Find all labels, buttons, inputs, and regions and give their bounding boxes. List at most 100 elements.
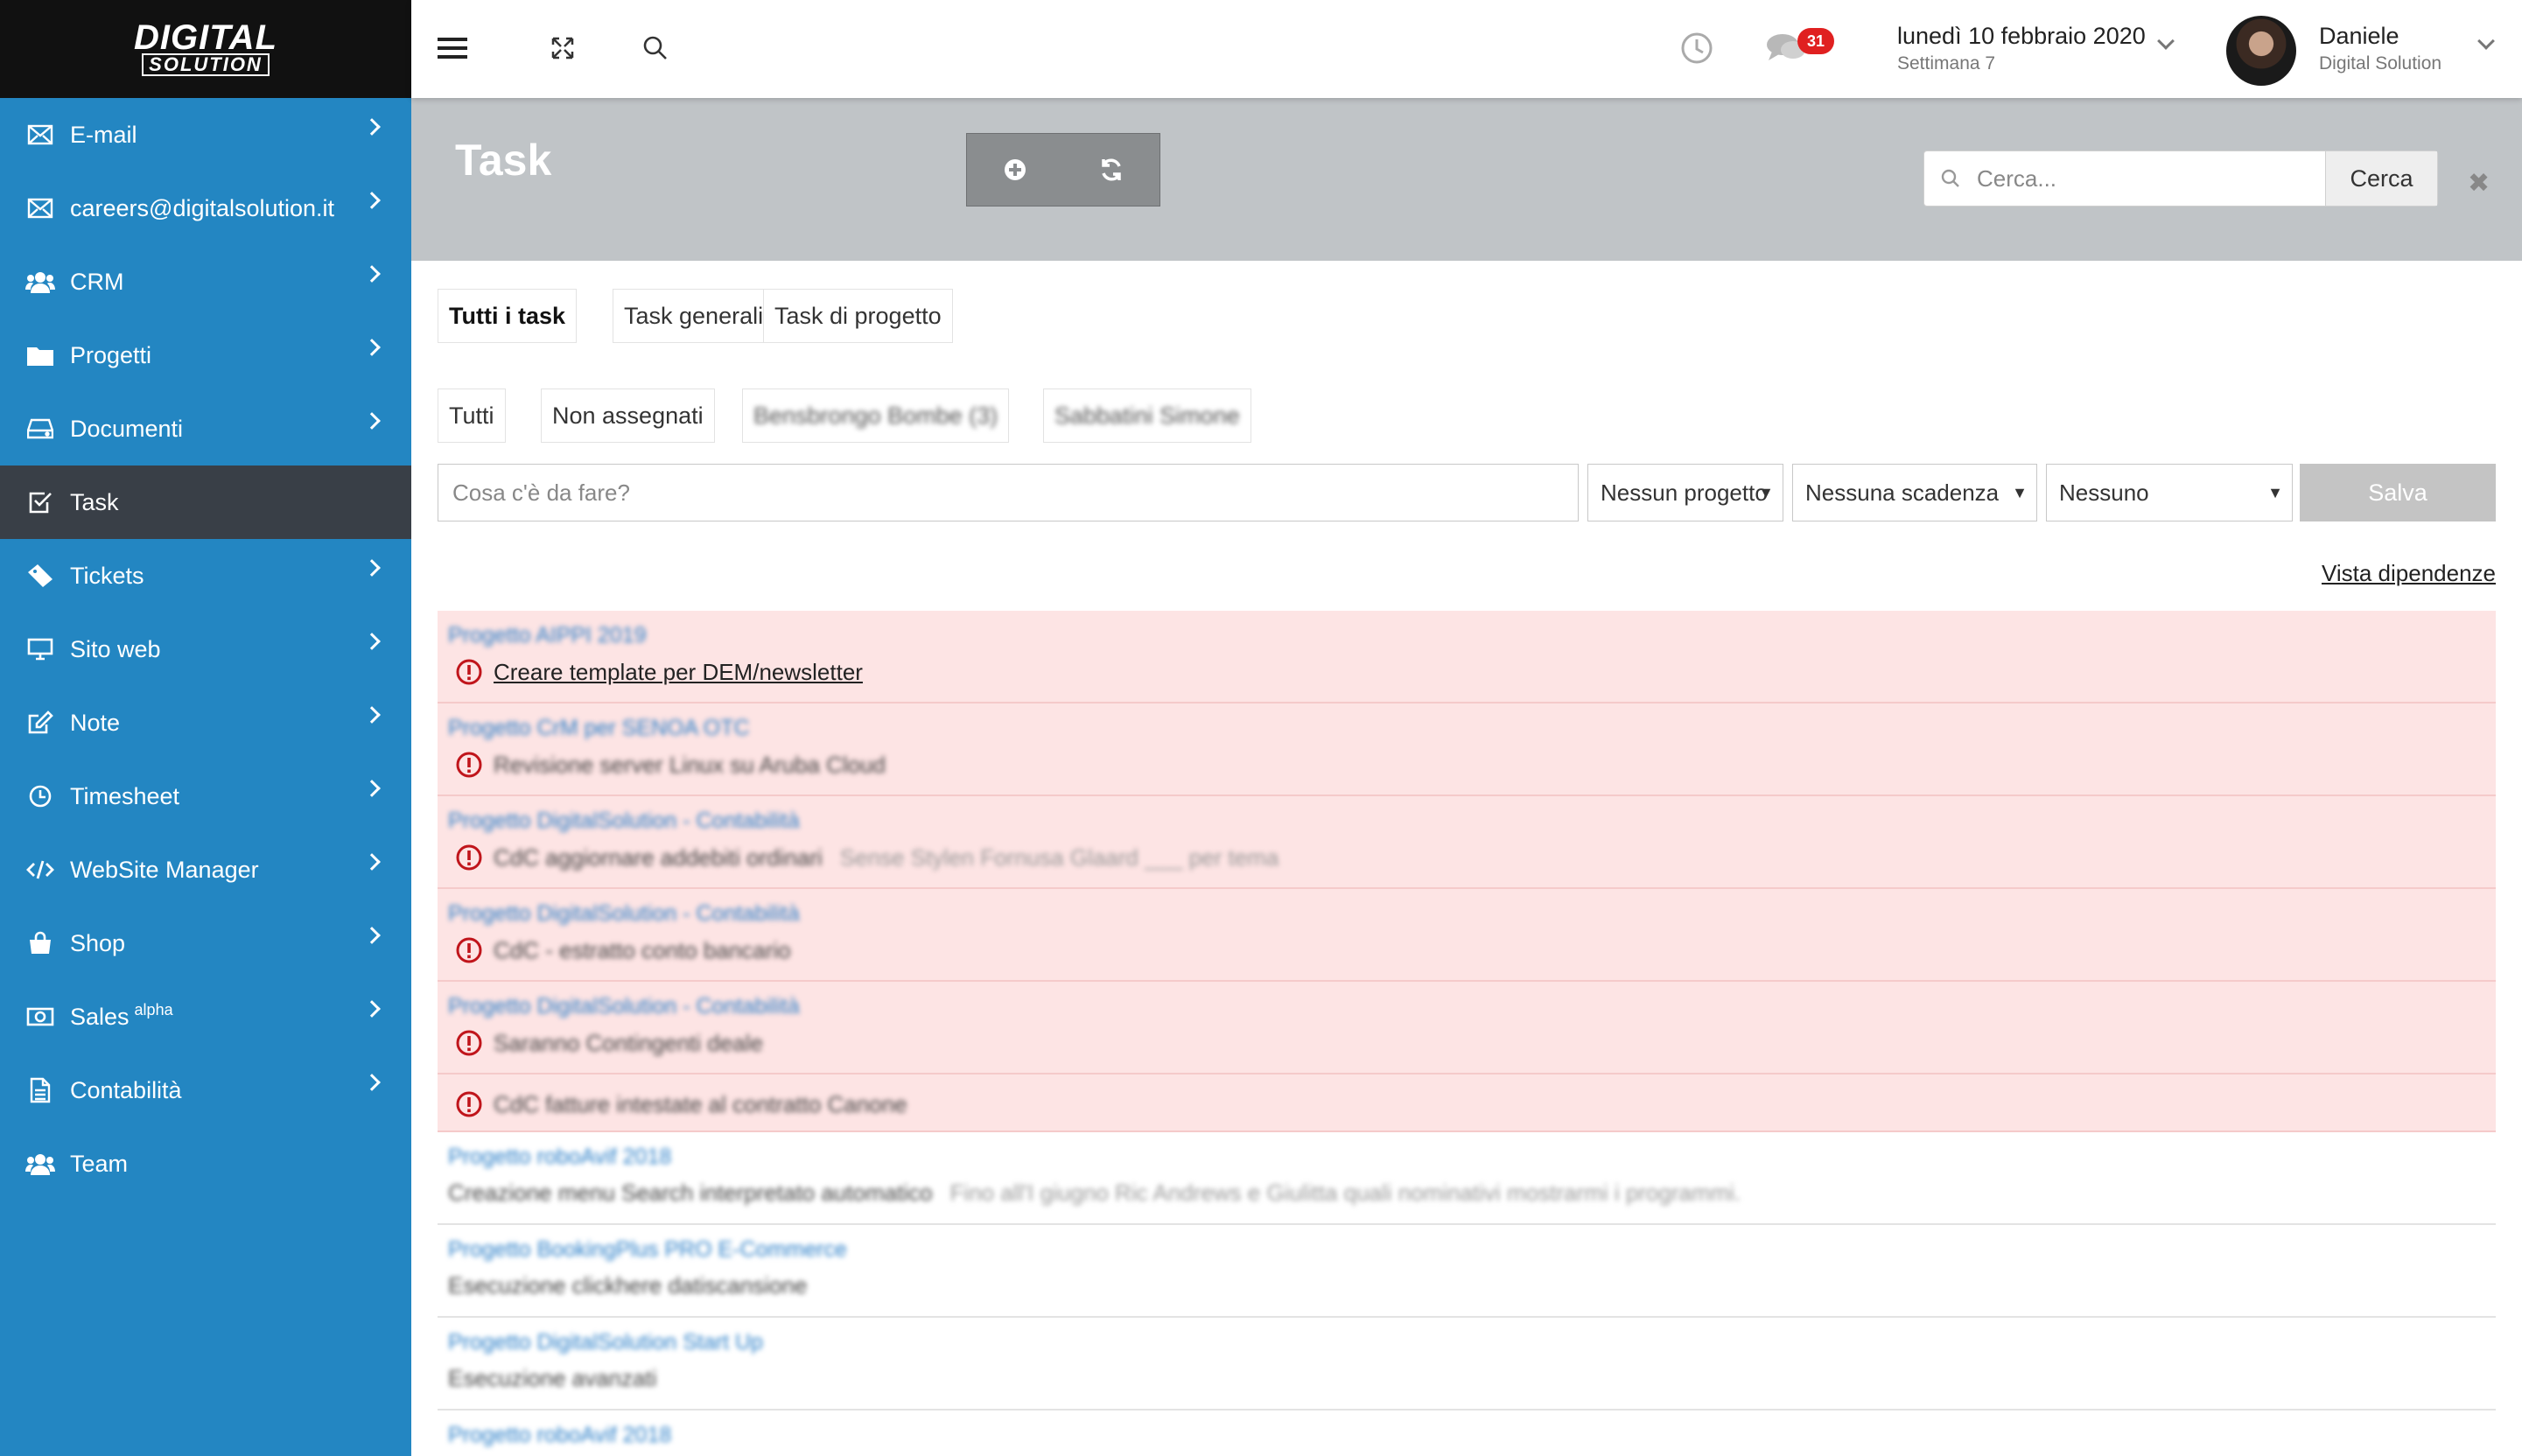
filter-all[interactable]: Tutti	[438, 388, 506, 443]
task-row[interactable]: CdC fatture intestate al contratto Canon…	[438, 1074, 2496, 1132]
search-submit-button[interactable]: Cerca	[2325, 151, 2437, 206]
task-title[interactable]: CdC - estratto conto bancario	[494, 937, 791, 964]
chevron-right-icon	[363, 706, 381, 724]
user-chevron-down-icon[interactable]	[2477, 32, 2495, 50]
add-task-button[interactable]	[967, 134, 1063, 206]
task-row[interactable]: Progetto CrM per SENOA OTC Revisione serv…	[438, 704, 2496, 796]
task-title[interactable]: Revisione server Linux su Aruba Cloud	[494, 752, 886, 779]
sidebar: DIGITAL SOLUTION E-mail careers@digitalso…	[0, 0, 411, 1456]
chevron-right-icon	[363, 1000, 381, 1018]
date-chevron-down-icon[interactable]	[2157, 32, 2175, 50]
sidebar-item-crm[interactable]: CRM	[0, 245, 411, 318]
task-search: Cerca	[1923, 150, 2438, 206]
save-button[interactable]: Salva	[2300, 464, 2496, 522]
tab-general-tasks[interactable]: Task generali	[613, 289, 775, 343]
users-icon	[25, 1151, 56, 1177]
sidebar-item-label: E-mail	[70, 121, 137, 148]
sidebar-item-contabilit[interactable]: Contabilità	[0, 1054, 411, 1127]
clock-icon	[25, 783, 56, 809]
task-project-link[interactable]: Progetto roboAvif 2018	[448, 1144, 671, 1170]
sidebar-item-e-mail[interactable]: E-mail	[0, 98, 411, 172]
refresh-button[interactable]	[1063, 134, 1159, 206]
task-title[interactable]: Esecuzione clickhere datiscansione	[448, 1272, 807, 1299]
sidebar-item-label: Task	[70, 488, 119, 515]
filter-user-1-label: Bensbrongo Bombe (3)	[753, 402, 998, 429]
task-row[interactable]: Progetto DigitalSolution - Contabilità Cd…	[438, 796, 2496, 889]
task-row[interactable]: Progetto DigitalSolution - Contabilità Cd…	[438, 889, 2496, 982]
avatar[interactable]	[2226, 16, 2296, 86]
task-project-link[interactable]: Progetto DigitalSolution Start Up	[448, 1330, 763, 1355]
sidebar-item-team[interactable]: Team	[0, 1127, 411, 1200]
user-menu[interactable]: Daniele Digital Solution	[2319, 23, 2441, 74]
sidebar-item-label: Sales	[70, 1003, 130, 1030]
fullscreen-button[interactable]	[541, 26, 585, 70]
shopping-bag-icon	[25, 930, 56, 956]
filter-user-2[interactable]: Sabbatini Simone	[1043, 388, 1251, 443]
sidebar-nav: E-mail careers@digitalsolution.it CRM Proge…	[0, 98, 411, 1200]
task-project-link[interactable]: Progetto AIPPI 2019	[448, 623, 647, 648]
menu-toggle-button[interactable]	[431, 26, 474, 70]
hamburger-icon	[438, 38, 467, 59]
overdue-alert-icon	[455, 751, 483, 779]
filter-unassigned[interactable]: Non assegnati	[541, 388, 715, 443]
filter-user-2-label: Sabbatini Simone	[1054, 402, 1240, 429]
sidebar-item-sales[interactable]: Sales alpha	[0, 980, 411, 1054]
deadline-select[interactable]: Nessuna scadenza ▼	[1792, 464, 2037, 522]
task-title[interactable]: Esecuzione avanzati	[448, 1365, 656, 1392]
plus-circle-icon	[1005, 159, 1026, 180]
sidebar-item-careers-digitalsolution-it[interactable]: careers@digitalsolution.it	[0, 172, 411, 245]
task-row[interactable]: Progetto DigitalSolution Start Up Esecuzi…	[438, 1318, 2496, 1410]
task-title[interactable]: CdC aggiornare addebiti ordinari	[494, 844, 823, 872]
task-title[interactable]: Creazione menu Search interpretato autom…	[448, 1180, 933, 1207]
sidebar-item-progetti[interactable]: Progetti	[0, 318, 411, 392]
sidebar-item-task[interactable]: Task	[0, 466, 411, 539]
history-button[interactable]	[1675, 26, 1719, 70]
task-project-link[interactable]: Progetto DigitalSolution - Contabilità	[448, 994, 800, 1019]
search-button[interactable]	[634, 26, 677, 70]
tab-project-tasks[interactable]: Task di progetto	[763, 289, 953, 343]
filter-user-1[interactable]: Bensbrongo Bombe (3)	[742, 388, 1010, 443]
task-title[interactable]: Creare template per DEM/newsletter	[494, 659, 863, 686]
task-title[interactable]: CdC fatture intestate al contratto Canon…	[494, 1091, 907, 1118]
task-project-link[interactable]: Progetto DigitalSolution - Contabilità	[448, 901, 800, 927]
overdue-alert-icon	[455, 1029, 483, 1057]
chevron-right-icon	[363, 339, 381, 356]
assignee-select[interactable]: Nessuno ▼	[2046, 464, 2293, 522]
sidebar-item-sito-web[interactable]: Sito web	[0, 612, 411, 686]
sidebar-item-documenti[interactable]: Documenti	[0, 392, 411, 466]
logo[interactable]: DIGITAL SOLUTION	[0, 0, 411, 98]
date-selector[interactable]: lunedì 10 febbraio 2020 Settimana 7	[1897, 23, 2146, 74]
sidebar-item-shop[interactable]: Shop	[0, 906, 411, 980]
monitor-icon	[25, 636, 56, 662]
task-project-link[interactable]: Progetto BookingPlus PRO E-Commerce	[448, 1237, 847, 1263]
logo-line-1: DIGITAL	[133, 18, 277, 57]
new-task-input[interactable]	[438, 464, 1579, 522]
task-project-link[interactable]: Progetto DigitalSolution - Contabilità	[448, 808, 800, 834]
sidebar-item-timesheet[interactable]: Timesheet	[0, 760, 411, 833]
close-icon[interactable]: ✖	[2468, 168, 2490, 199]
project-select-arrow-icon: ▼	[1758, 484, 1774, 501]
task-row[interactable]: Progetto BookingPlus PRO E-Commerce Esecu…	[438, 1225, 2496, 1318]
chevron-right-icon	[363, 927, 381, 944]
sidebar-item-note[interactable]: Note	[0, 686, 411, 760]
sidebar-item-label: Sito web	[70, 635, 161, 662]
code-icon	[25, 857, 56, 883]
task-title[interactable]: Saranno Contingenti deale	[494, 1030, 763, 1057]
assignee-select-value: Nessuno	[2059, 479, 2149, 506]
sidebar-item-tickets[interactable]: Tickets	[0, 539, 411, 612]
task-project-link[interactable]: Progetto roboAvif 2018	[448, 1423, 671, 1448]
project-select[interactable]: Nessun progetto ▼	[1587, 464, 1783, 522]
sidebar-item-website-manager[interactable]: WebSite Manager	[0, 833, 411, 906]
task-row[interactable]: Progetto AIPPI 2019 Creare template per D…	[438, 611, 2496, 704]
search-icon	[643, 36, 667, 60]
task-row[interactable]: Progetto DigitalSolution - Contabilità Sa…	[438, 982, 2496, 1074]
task-row[interactable]: Progetto roboAvif 2018	[438, 1410, 2496, 1456]
sidebar-item-label: Note	[70, 709, 121, 736]
search-input[interactable]	[1977, 151, 2325, 206]
document-icon	[25, 1077, 56, 1103]
dependency-view-link[interactable]: Vista dipendenze	[2322, 560, 2496, 587]
tab-all-tasks[interactable]: Tutti i task	[438, 289, 578, 343]
task-project-link[interactable]: Progetto CrM per SENOA OTC	[448, 716, 750, 741]
task-row[interactable]: Progetto roboAvif 2018 Creazione menu Sea…	[438, 1132, 2496, 1225]
chevron-right-icon	[363, 192, 381, 209]
